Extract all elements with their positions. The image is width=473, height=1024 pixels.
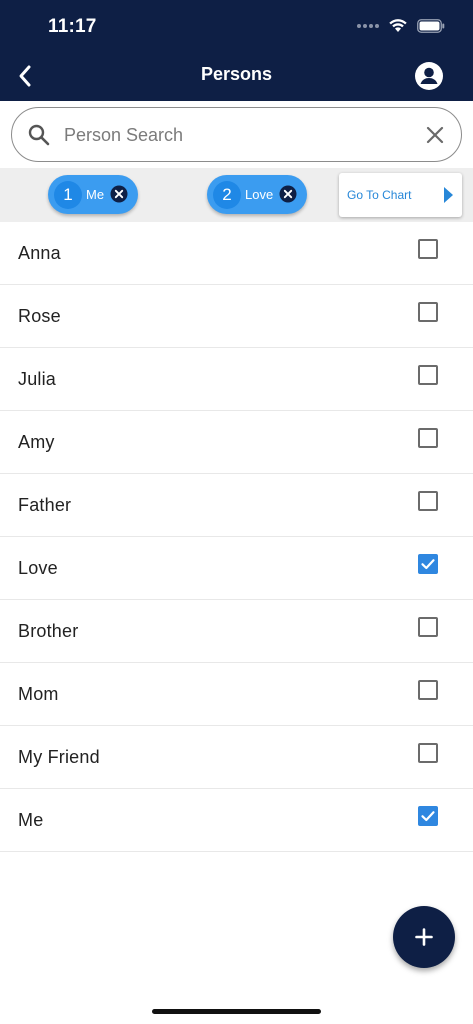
person-row-anna[interactable]: Anna <box>0 222 473 285</box>
search-icon <box>28 124 50 146</box>
home-indicator <box>152 1009 321 1014</box>
search-box[interactable] <box>11 107 462 162</box>
wifi-icon <box>388 18 408 33</box>
person-row-father[interactable]: Father <box>0 474 473 537</box>
checkmark-icon <box>421 811 435 822</box>
person-name: Me <box>18 810 44 830</box>
person-checkbox-checked[interactable] <box>418 806 438 826</box>
person-row-amy[interactable]: Amy <box>0 411 473 474</box>
person-checkbox[interactable] <box>418 302 438 322</box>
person-name: Brother <box>18 621 79 641</box>
person-row-love[interactable]: Love <box>0 537 473 600</box>
account-button[interactable] <box>415 62 443 90</box>
chip-number: 2 <box>213 180 241 209</box>
status-time: 11:17 <box>48 16 97 37</box>
signal-icon <box>357 23 379 28</box>
chip-label: Love <box>245 187 274 202</box>
chip-label: Me <box>86 187 105 202</box>
cancel-circle-icon[interactable] <box>279 185 297 203</box>
person-checkbox[interactable] <box>418 239 438 259</box>
person-checkbox-checked[interactable] <box>418 554 438 574</box>
person-row-my-friend[interactable]: My Friend <box>0 726 473 789</box>
person-checkbox[interactable] <box>418 365 438 385</box>
person-name: Amy <box>18 432 55 452</box>
person-list: Anna Rose Julia Amy Father Love Brother … <box>0 222 473 852</box>
battery-icon <box>417 18 445 33</box>
close-icon[interactable] <box>424 124 446 146</box>
selected-persons-bar: 1 Me 2 Love Go To Chart <box>0 168 473 222</box>
plus-icon <box>415 928 433 946</box>
person-name: Mom <box>18 684 59 704</box>
go-to-chart-label: Go To Chart <box>347 188 412 202</box>
person-name: Love <box>18 558 58 578</box>
person-checkbox[interactable] <box>418 428 438 448</box>
person-checkbox[interactable] <box>418 680 438 700</box>
add-person-button[interactable] <box>393 906 455 968</box>
page-title: Persons <box>200 64 273 84</box>
person-name: Julia <box>18 369 57 389</box>
person-row-mom[interactable]: Mom <box>0 663 473 726</box>
checkmark-icon <box>421 559 435 570</box>
person-checkbox[interactable] <box>418 617 438 637</box>
person-row-me[interactable]: Me <box>0 789 473 852</box>
search-section <box>0 101 473 168</box>
persons-screen: 11:17 Persons Person Search 1 Me 2 Love … <box>0 0 473 1024</box>
person-name: Rose <box>18 306 61 326</box>
person-row-brother[interactable]: Brother <box>0 600 473 663</box>
person-row-rose[interactable]: Rose <box>0 285 473 348</box>
selected-chip-me[interactable]: 1 Me <box>48 175 138 214</box>
go-to-chart-button[interactable]: Go To Chart <box>339 173 462 217</box>
person-name: My Friend <box>18 747 100 767</box>
person-name: Father <box>18 495 72 515</box>
person-name: Anna <box>18 243 61 263</box>
play-arrow-icon <box>444 187 453 203</box>
app-header: 11:17 Persons <box>0 0 473 101</box>
status-icons <box>357 18 445 33</box>
chip-number: 1 <box>54 180 82 209</box>
account-circle-icon <box>415 62 443 90</box>
person-checkbox[interactable] <box>418 743 438 763</box>
cancel-circle-icon[interactable] <box>110 185 128 203</box>
person-row-julia[interactable]: Julia <box>0 348 473 411</box>
selected-chip-love[interactable]: 2 Love <box>207 175 307 214</box>
search-input[interactable] <box>64 118 404 152</box>
person-checkbox[interactable] <box>418 491 438 511</box>
